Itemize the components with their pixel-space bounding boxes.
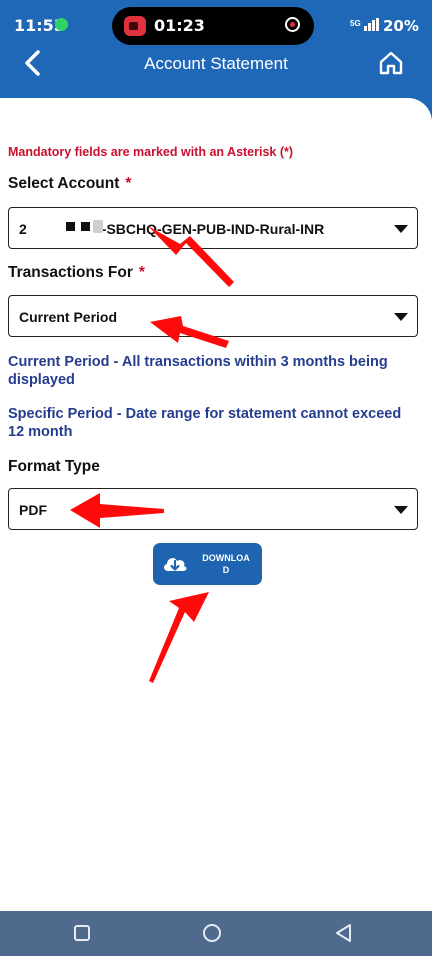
signal-bar-icon: [368, 23, 371, 31]
format-type-label: Format Type: [8, 458, 100, 476]
chevron-down-icon: [394, 225, 408, 233]
signal-bar-icon: [372, 20, 375, 31]
transactions-for-label: Transactions For *: [8, 264, 145, 282]
signal-bar-icon: [364, 26, 367, 31]
system-navigation-bar: [0, 911, 432, 956]
triangle-back-icon[interactable]: [314, 911, 374, 956]
network-type: 5G: [350, 19, 361, 28]
transactions-for-label-text: Transactions For: [8, 264, 133, 281]
select-account-label-text: Select Account: [8, 175, 120, 192]
format-value: PDF: [19, 502, 47, 518]
whatsapp-icon: [55, 18, 68, 31]
redaction-mark: [81, 222, 90, 231]
record-stop-icon[interactable]: [285, 17, 300, 32]
redaction-mark: [93, 220, 103, 233]
square-icon[interactable]: [52, 911, 112, 956]
video-camera-icon: [124, 16, 146, 36]
format-type-label-text: Format Type: [8, 458, 100, 475]
circle-icon[interactable]: [182, 911, 242, 956]
recording-time: 01:23: [154, 16, 205, 35]
home-icon[interactable]: [376, 46, 406, 80]
page-title: Account Statement: [144, 54, 288, 73]
signal-bar-icon: [376, 18, 379, 31]
download-label-line: DOWNLOA: [202, 553, 250, 563]
download-label-line: D: [222, 565, 230, 575]
chevron-down-icon: [394, 506, 408, 514]
account-select[interactable]: 2 -SBCHQ-GEN-PUB-IND-Rural-INR: [8, 207, 418, 249]
download-button-label: DOWNLOA D: [195, 552, 257, 576]
download-button[interactable]: DOWNLOA D: [153, 543, 262, 585]
required-asterisk: *: [138, 264, 145, 281]
redaction-mark: [66, 222, 75, 231]
mandatory-note: Mandatory fields are marked with an Aste…: [8, 145, 294, 159]
account-value: 2 -SBCHQ-GEN-PUB-IND-Rural-INR: [19, 221, 324, 237]
format-select[interactable]: PDF: [8, 488, 418, 530]
current-period-info: Current Period - All transactions within…: [8, 354, 388, 388]
screen-recording-pill[interactable]: 01:23: [112, 7, 314, 45]
required-asterisk: *: [125, 175, 132, 192]
account-value-suffix: -SBCHQ-GEN-PUB-IND-Rural-INR: [101, 221, 325, 237]
app-header: Account Statement: [0, 44, 432, 84]
account-value-prefix: 2: [19, 221, 27, 237]
chevron-down-icon: [394, 313, 408, 321]
transactions-select[interactable]: Current Period: [8, 295, 418, 337]
battery-level: 20%: [383, 17, 419, 35]
transactions-value: Current Period: [19, 309, 118, 325]
specific-period-info: Specific Period - Date range for stateme…: [8, 406, 402, 440]
select-account-label: Select Account *: [8, 175, 131, 193]
cloud-download-icon: [164, 558, 187, 571]
